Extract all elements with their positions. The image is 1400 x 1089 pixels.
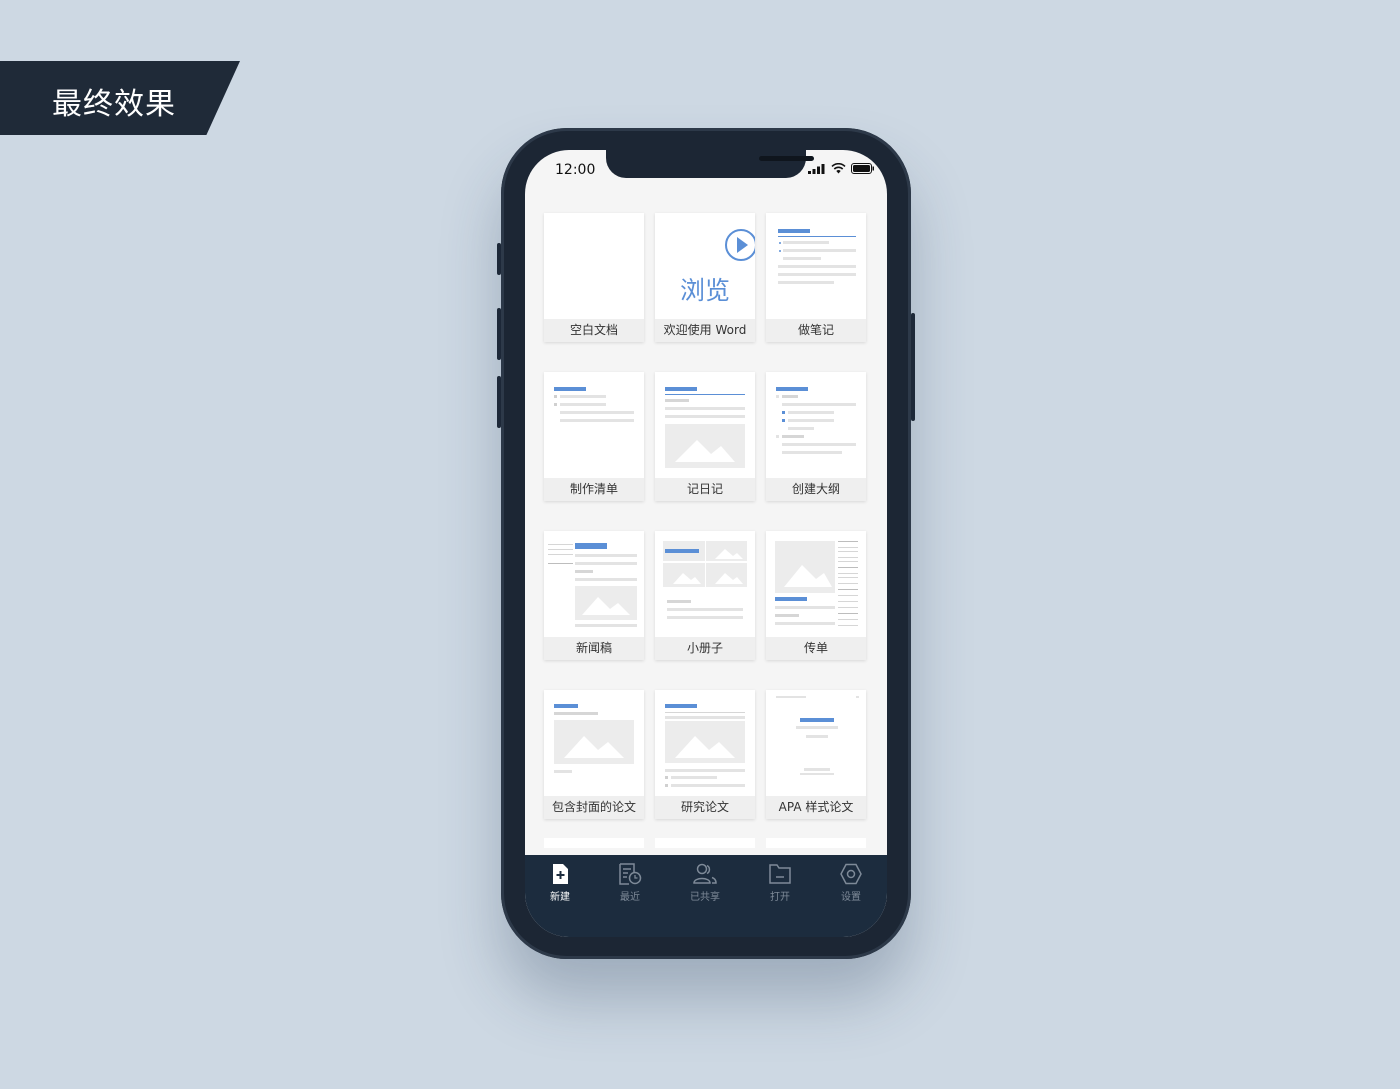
tab-label: 设置 — [841, 892, 861, 903]
journal-thumbnail — [665, 387, 745, 468]
template-card-journal[interactable]: 记日记 — [655, 372, 755, 501]
tab-new[interactable]: 新建 — [530, 863, 590, 903]
template-label: 欢迎使用 Word — [655, 319, 755, 342]
template-card-research[interactable]: 研究论文 — [655, 690, 755, 819]
template-card-blank[interactable]: 空白文档 — [544, 213, 644, 342]
template-card-newsletter[interactable]: 新闻稿 — [544, 531, 644, 660]
new-doc-icon — [553, 864, 568, 884]
blank-document-thumbnail — [544, 213, 644, 319]
template-label: 做笔记 — [766, 319, 866, 342]
shared-icon — [693, 863, 717, 884]
speaker — [759, 156, 814, 161]
power-button — [911, 313, 915, 421]
apa-thumbnail — [776, 696, 859, 775]
settings-icon — [840, 863, 862, 885]
tab-label: 新建 — [550, 892, 570, 903]
tab-label: 打开 — [770, 892, 790, 903]
tab-label: 最近 — [620, 892, 640, 903]
outline-thumbnail — [776, 387, 856, 454]
template-label: 新闻稿 — [544, 637, 644, 660]
tab-shared[interactable]: 已共享 — [675, 863, 735, 903]
tab-recent[interactable]: 最近 — [600, 863, 660, 903]
recent-icon — [619, 863, 642, 885]
template-card-outline[interactable]: 创建大纲 — [766, 372, 866, 501]
template-label: APA 样式论文 — [766, 796, 866, 819]
flyer-thumbnail — [775, 541, 858, 626]
notch — [606, 150, 814, 178]
notes-thumbnail — [778, 229, 856, 284]
banner-title: 最终效果 — [52, 87, 176, 122]
wifi-icon — [831, 163, 846, 174]
template-label: 创建大纲 — [766, 478, 866, 501]
template-label: 包含封面的论文 — [544, 796, 644, 819]
battery-icon — [851, 163, 874, 174]
template-label: 记日记 — [655, 478, 755, 501]
brochure-thumbnail — [663, 541, 747, 619]
template-grid: 空白文档 浏览 欢迎使用 Word 做笔记 制作清单 记日记 创建大纲 新闻稿 … — [544, 213, 868, 819]
status-icons — [808, 163, 875, 174]
tab-bar: 新建 最近 已共享 打开 设置 — [525, 855, 887, 937]
template-card-apa[interactable]: APA 样式论文 — [766, 690, 866, 819]
list-thumbnail — [554, 387, 634, 422]
template-card-brochure[interactable]: 小册子 — [655, 531, 755, 660]
template-label: 传单 — [766, 637, 866, 660]
template-card-peek — [766, 838, 866, 848]
template-card-peek — [655, 838, 755, 848]
template-label: 小册子 — [655, 637, 755, 660]
tour-thumbnail: 浏览 — [655, 213, 755, 319]
paper-cover-thumbnail — [554, 704, 634, 773]
play-icon — [725, 229, 755, 261]
tour-thumbnail-text: 浏览 — [679, 276, 730, 305]
template-label: 空白文档 — [544, 319, 644, 342]
research-thumbnail — [665, 704, 745, 787]
title-banner: 最终效果 — [0, 61, 240, 135]
tab-label: 已共享 — [690, 892, 720, 903]
status-time: 12:00 — [555, 162, 596, 178]
template-label: 研究论文 — [655, 796, 755, 819]
template-label: 制作清单 — [544, 478, 644, 501]
template-card-tour[interactable]: 浏览 欢迎使用 Word — [655, 213, 755, 342]
template-card-notes[interactable]: 做笔记 — [766, 213, 866, 342]
folder-icon — [769, 864, 791, 884]
screen: 12:00 空白文档 浏览 欢迎使用 Word 做笔记 制作清单 记日记 创建大… — [525, 150, 887, 937]
template-card-paper-cover[interactable]: 包含封面的论文 — [544, 690, 644, 819]
template-card-peek — [544, 838, 644, 848]
tab-open[interactable]: 打开 — [750, 863, 810, 903]
newsletter-thumbnail — [548, 543, 637, 627]
template-card-list[interactable]: 制作清单 — [544, 372, 644, 501]
template-card-flyer[interactable]: 传单 — [766, 531, 866, 660]
phone-frame: 12:00 空白文档 浏览 欢迎使用 Word 做笔记 制作清单 记日记 创建大… — [501, 128, 911, 959]
tab-settings[interactable]: 设置 — [821, 863, 881, 903]
signal-icon — [808, 163, 825, 174]
